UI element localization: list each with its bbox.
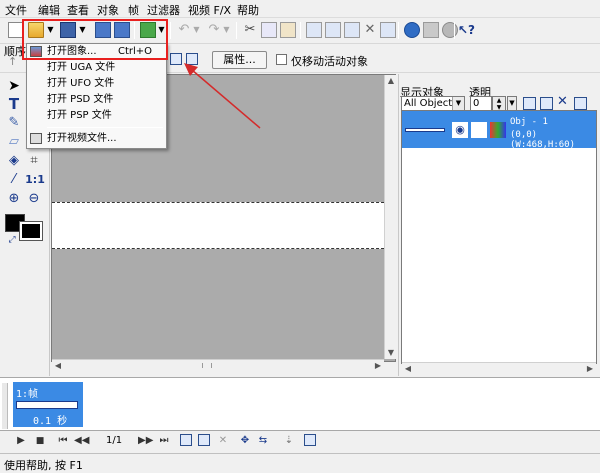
menu-item-open-psp[interactable]: 打开 PSP 文件: [27, 108, 166, 124]
menu-item-label: 打开 UGA 文件: [47, 62, 116, 73]
menu-item-label: 打开视频文件...: [47, 133, 117, 144]
menu-item-open-video[interactable]: 打开视频文件...: [27, 131, 166, 147]
annotation-highlight-box: [22, 19, 168, 60]
menu-item-open-uga[interactable]: 打开 UGA 文件: [27, 60, 166, 76]
menu-item-open-ufo[interactable]: 打开 UFO 文件: [27, 76, 166, 92]
menu-separator: [47, 127, 163, 128]
menu-item-label: 打开 PSP 文件: [47, 110, 112, 121]
menu-item-label: 打开 PSD 文件: [47, 94, 114, 105]
open-video-icon: [30, 133, 42, 144]
menu-item-open-psd[interactable]: 打开 PSD 文件: [27, 92, 166, 108]
menu-item-label: 打开 UFO 文件: [47, 78, 115, 89]
